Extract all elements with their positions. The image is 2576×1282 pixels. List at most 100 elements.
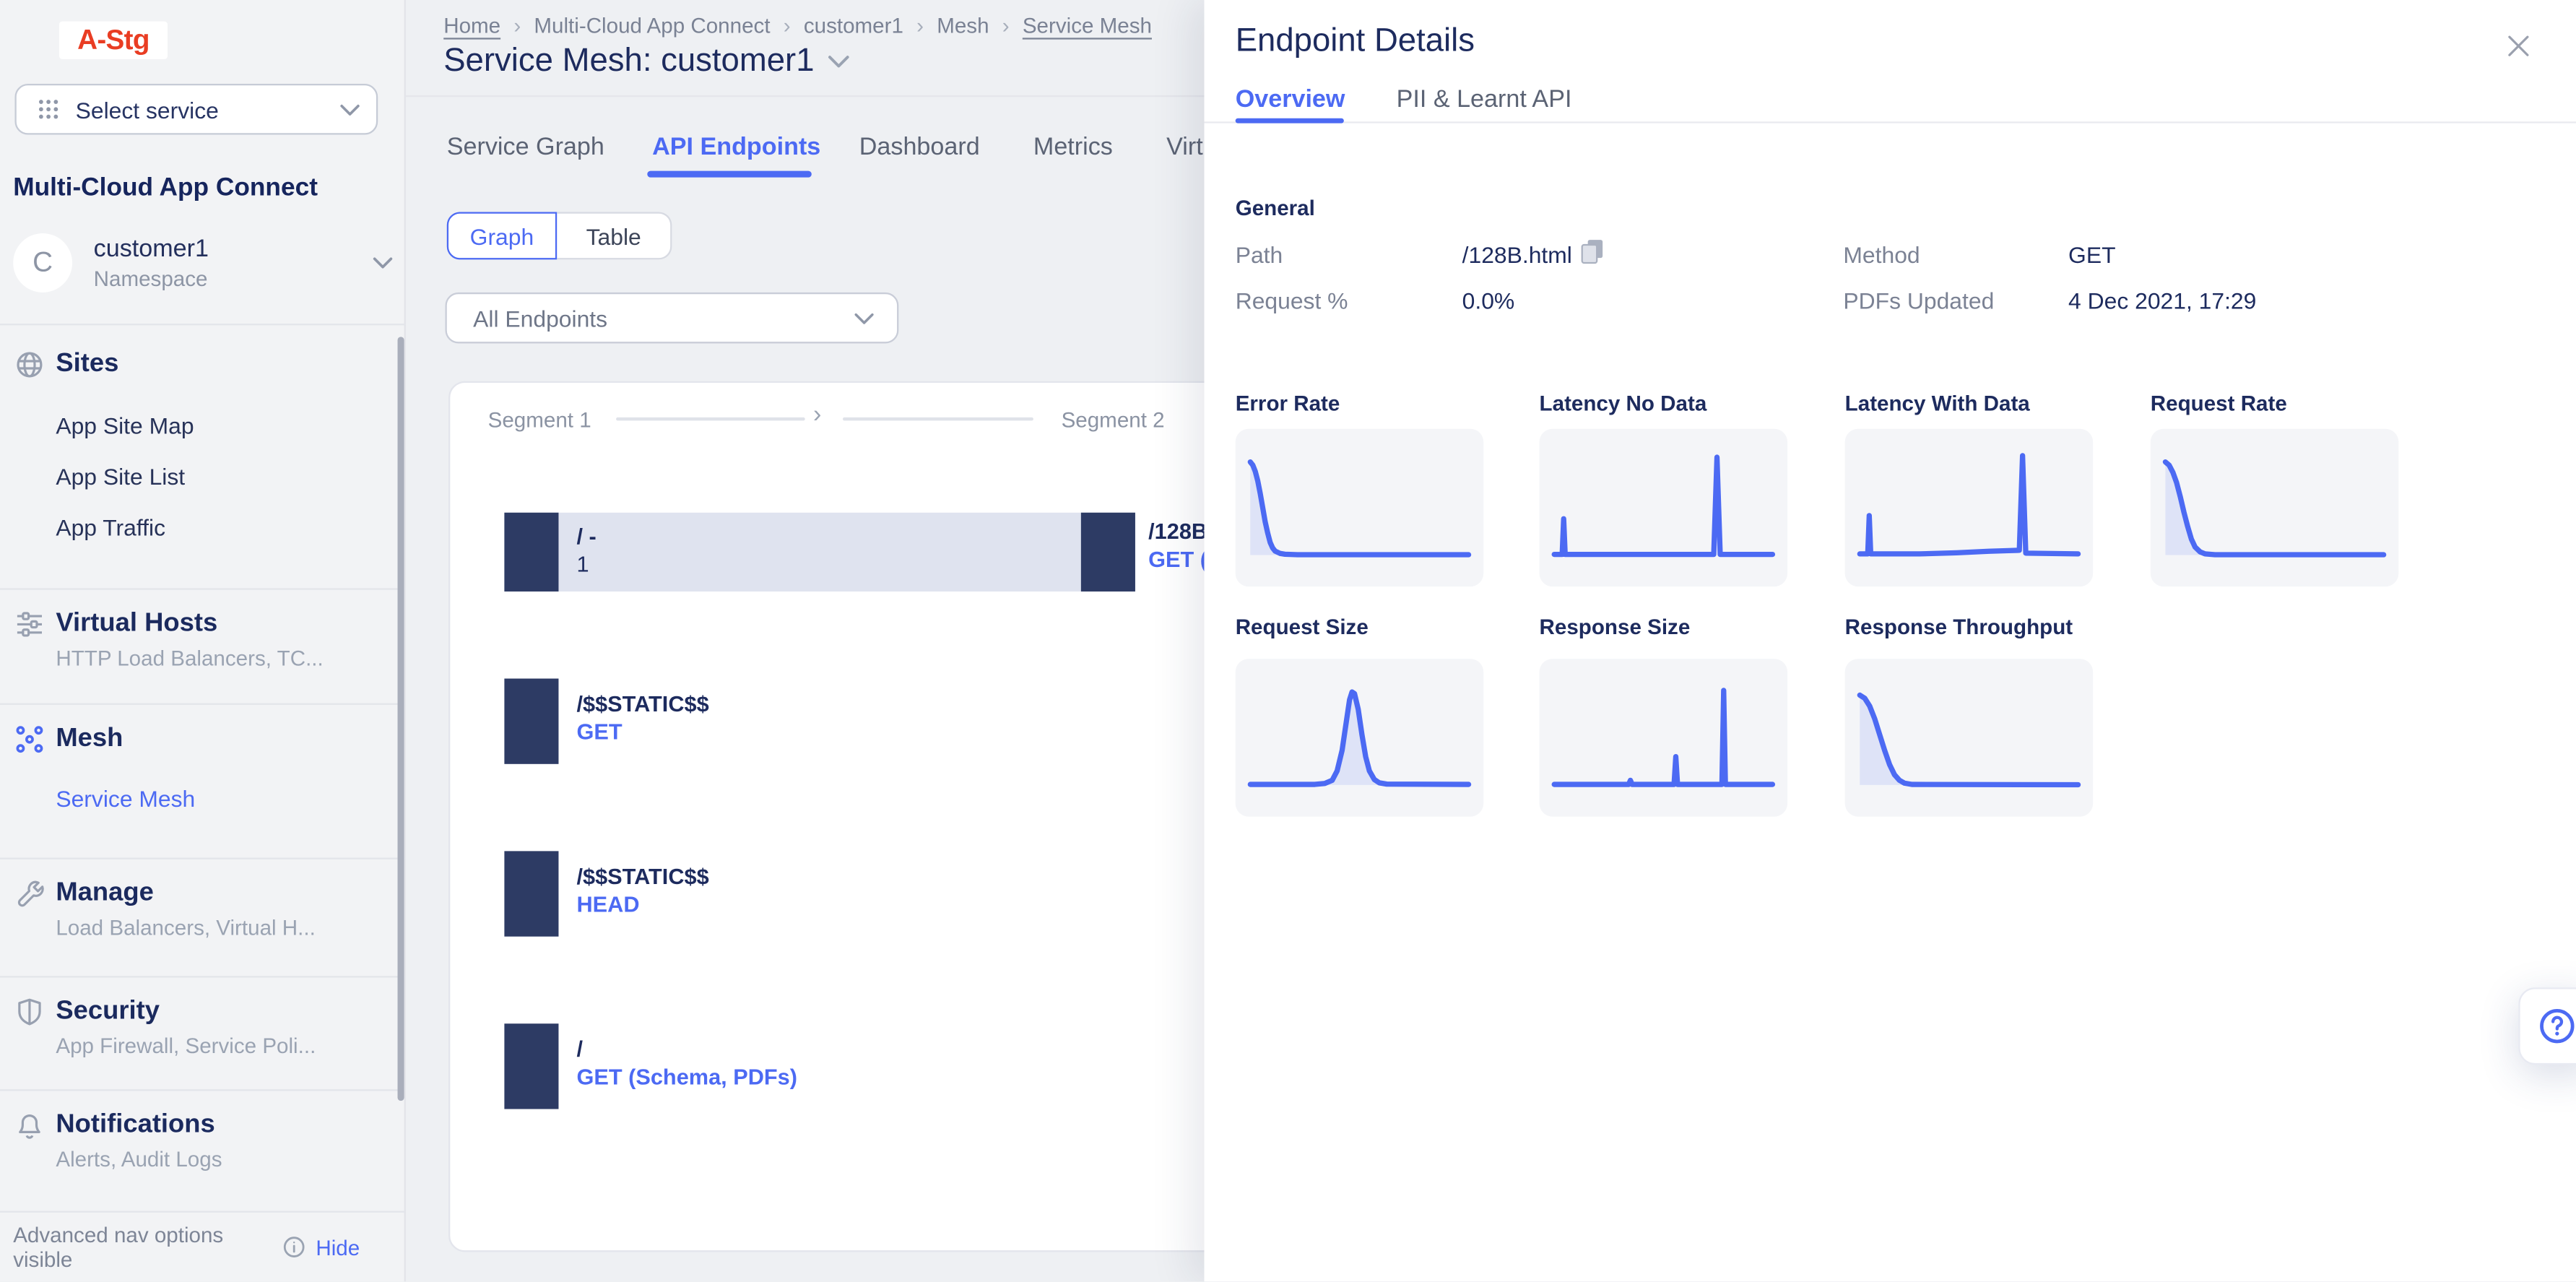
shield-icon <box>13 996 45 1028</box>
workspace-title: Multi-Cloud App Connect <box>13 174 318 204</box>
table-view-button[interactable]: Table <box>557 212 672 259</box>
sparkline-response-size <box>1540 659 1788 816</box>
namespace-name: customer1 <box>94 234 373 264</box>
sidebar-footer: Advanced nav options visible Hide <box>0 1211 406 1282</box>
endpoint-node-static-head[interactable] <box>504 851 558 936</box>
nav-section-mesh: Mesh Service Mesh <box>0 705 406 859</box>
chevron-down-icon[interactable] <box>828 54 849 69</box>
advanced-nav-label: Advanced nav options visible <box>13 1223 273 1272</box>
sidebar-item-sites[interactable]: Sites <box>13 348 118 381</box>
active-panel-tab-indicator <box>1236 118 1344 124</box>
namespace-label: Namespace <box>94 264 373 292</box>
endpoint-filter-dropdown[interactable]: All Endpoints <box>445 293 898 344</box>
bell-icon <box>13 1109 45 1142</box>
sparkline-request-rate <box>2151 429 2399 586</box>
select-service-dropdown[interactable]: Select service <box>14 84 378 135</box>
sidebar-item-notifications[interactable]: Notifications <box>13 1109 215 1142</box>
sidebar-item-virtual-hosts[interactable]: Virtual Hosts <box>13 608 217 641</box>
method-label: Method <box>1843 241 1920 267</box>
chevron-right-icon: › <box>916 13 924 38</box>
sidebar-item-app-site-map[interactable]: App Site Map <box>56 412 194 438</box>
endpoint-node-root[interactable]: / - 1 <box>504 513 1135 592</box>
help-icon <box>2536 1005 2576 1047</box>
edge-endpoint-method[interactable]: GET ( <box>1148 547 1207 572</box>
sidebar-item-app-traffic[interactable]: App Traffic <box>56 514 165 540</box>
breadcrumb-customer1[interactable]: customer1 <box>804 13 903 38</box>
tab-metrics[interactable]: Metrics <box>1033 133 1113 161</box>
method-value: GET <box>2068 241 2115 267</box>
sparkline-error-rate <box>1236 429 1484 586</box>
tab-service-graph[interactable]: Service Graph <box>447 133 604 161</box>
path-label: Path <box>1236 241 1283 267</box>
chart-title-response-throughput: Response Throughput <box>1845 615 2073 639</box>
chevron-down-icon <box>373 256 392 269</box>
chevron-down-icon <box>854 311 874 324</box>
breadcrumb: Home › Multi-Cloud App Connect › custome… <box>443 13 1152 38</box>
sliders-icon <box>13 608 45 641</box>
sidebar-item-service-mesh[interactable]: Service Mesh <box>56 785 195 811</box>
sidebar-item-security[interactable]: Security <box>13 996 160 1028</box>
breadcrumb-home[interactable]: Home <box>443 13 500 38</box>
chart-title-request-rate: Request Rate <box>2151 391 2287 415</box>
page-title-row: Service Mesh: customer1 <box>443 43 849 80</box>
manage-subtitle: Load Balancers, Virtual H... <box>56 915 315 940</box>
nav-section-virtual-hosts: Virtual Hosts HTTP Load Balancers, TC... <box>0 590 406 705</box>
help-button[interactable] <box>2518 987 2576 1065</box>
endpoint-node-root-get[interactable] <box>504 1023 558 1109</box>
sidebar-item-mesh[interactable]: Mesh <box>13 723 123 755</box>
segment-line <box>616 417 805 421</box>
breadcrumb-mesh[interactable]: Mesh <box>937 13 989 38</box>
endpoint-node-static-get[interactable] <box>504 679 558 764</box>
chart-title-response-size: Response Size <box>1540 615 1691 639</box>
segment-2-label: Segment 2 <box>1062 407 1165 432</box>
hide-advanced-nav-link[interactable]: Hide <box>316 1235 360 1260</box>
globe-icon <box>13 348 45 381</box>
endpoint-details-panel: Endpoint Details Overview PII & Learnt A… <box>1204 0 2576 1282</box>
nav-section-manage: Manage Load Balancers, Virtual H... <box>0 859 406 978</box>
brand-logo-text: A-Stg <box>77 24 149 56</box>
pdfs-updated-value: 4 Dec 2021, 17:29 <box>2068 287 2256 313</box>
pdfs-updated-label: PDFs Updated <box>1843 287 1994 313</box>
sparkline-response-throughput <box>1845 659 2094 816</box>
edge-endpoint-path[interactable]: /128B <box>1148 519 1207 544</box>
nav-section-sites: Sites App Site Map App Site List App Tra… <box>0 325 406 589</box>
chart-title-latency-no-data: Latency No Data <box>1540 391 1707 415</box>
chart-title-request-size: Request Size <box>1236 615 1369 639</box>
tab-dashboard[interactable]: Dashboard <box>859 133 980 161</box>
security-subtitle: App Firewall, Service Poli... <box>56 1034 316 1058</box>
view-toggle: Graph Table <box>447 212 672 259</box>
nav-section-notifications: Notifications Alerts, Audit Logs <box>0 1091 406 1213</box>
breadcrumb-service-mesh[interactable]: Service Mesh <box>1023 13 1152 38</box>
path-value: /128B.html <box>1462 241 1572 267</box>
namespace-selector[interactable]: C customer1 Namespace <box>13 227 392 299</box>
sidebar-scrollbar[interactable] <box>398 337 404 1101</box>
breadcrumb-mcac[interactable]: Multi-Cloud App Connect <box>534 13 770 38</box>
panel-tab-overview[interactable]: Overview <box>1236 85 1345 113</box>
chevron-right-icon: › <box>784 13 791 38</box>
sidebar-item-app-site-list[interactable]: App Site List <box>56 464 185 490</box>
sidebar: A-Stg Select service Multi-Cloud App Con… <box>0 0 406 1282</box>
panel-tab-pii[interactable]: PII & Learnt API <box>1397 85 1572 113</box>
node-cap <box>1081 513 1135 592</box>
graph-view-button[interactable]: Graph <box>447 212 557 259</box>
virtual-hosts-subtitle: HTTP Load Balancers, TC... <box>56 646 323 670</box>
page-title: Service Mesh: customer1 <box>443 43 814 80</box>
panel-tabs-divider <box>1204 121 2576 123</box>
nav-section-security: Security App Firewall, Service Poli... <box>0 978 406 1091</box>
brand-logo[interactable]: A-Stg <box>59 22 168 59</box>
tab-api-endpoints[interactable]: API Endpoints <box>652 133 820 161</box>
wrench-icon <box>13 878 45 910</box>
sparkline-request-size <box>1236 659 1484 816</box>
sparkline-latency-with-data <box>1845 429 2094 586</box>
close-icon[interactable] <box>2502 30 2535 62</box>
sidebar-item-manage[interactable]: Manage <box>13 878 154 910</box>
info-circle-icon <box>283 1236 306 1259</box>
segment-line <box>843 417 1033 421</box>
segment-1-label: Segment 1 <box>488 407 591 432</box>
active-tab-indicator <box>647 171 811 178</box>
sparkline-latency-no-data <box>1540 429 1788 586</box>
chart-title-error-rate: Error Rate <box>1236 391 1340 415</box>
copy-icon[interactable] <box>1579 237 1605 267</box>
chevron-right-icon: › <box>1002 13 1010 38</box>
chevron-right-icon: › <box>813 401 821 429</box>
